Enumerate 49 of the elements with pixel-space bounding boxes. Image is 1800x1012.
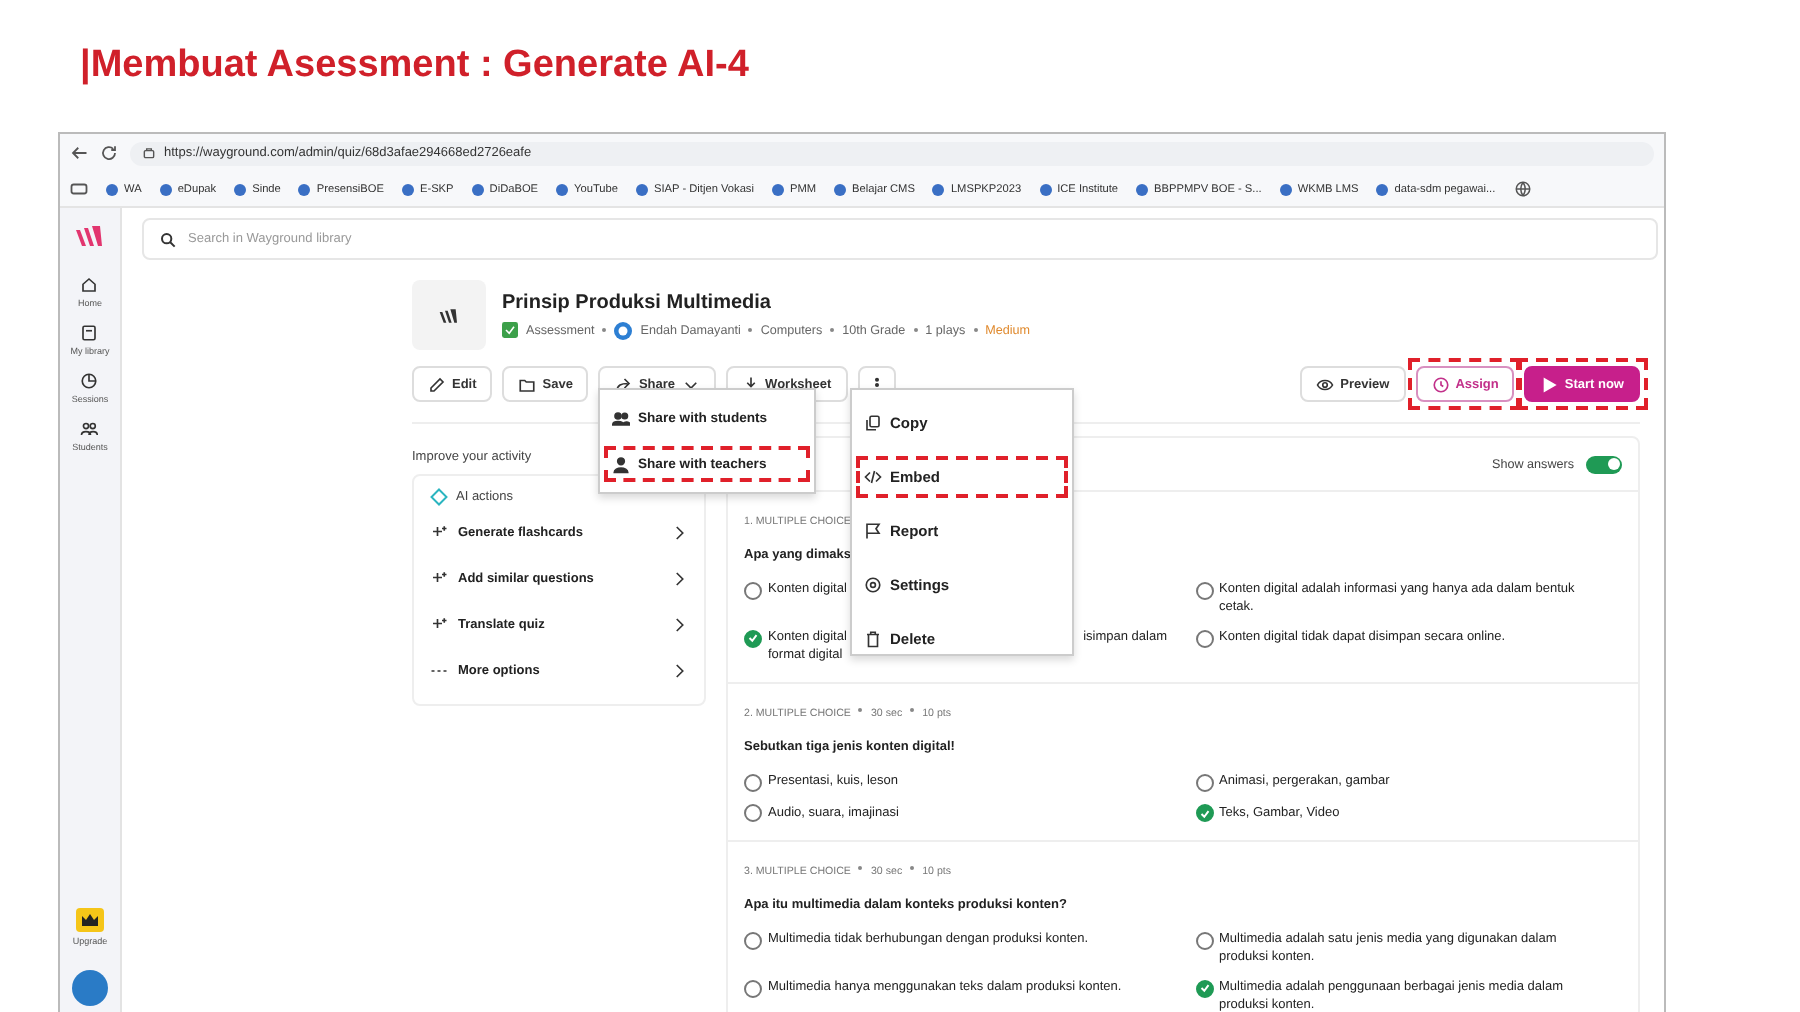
logo-icon [438,307,460,323]
save-icon [518,375,537,393]
people-icon [612,409,630,427]
crown-icon [75,908,104,932]
clipboard-icon [502,322,518,338]
user-avatar-icon [614,321,633,339]
sessions-icon [80,372,99,390]
clock-icon [1431,375,1450,393]
play-icon [1540,375,1559,393]
quiz-title: Prinsip Produksi Multimedia [502,291,773,313]
library-icon [80,324,99,342]
slide-title: |Membuat Asessment : Generate AI-4 [80,44,749,88]
back-icon[interactable] [70,144,88,162]
chevron-icon [670,616,688,634]
code-icon [864,468,882,486]
separator-dot [830,328,835,332]
separator-dot [910,866,915,870]
separator-dot [910,708,915,712]
separator-dot [602,328,607,332]
site-info-icon [142,146,156,160]
students-icon [80,420,99,438]
chevron-icon [670,524,688,542]
sparkle-icon [430,570,448,588]
trash-icon [864,630,882,648]
search-icon [160,231,176,247]
separator-dot [748,328,753,332]
avatar-icon[interactable] [72,970,108,1006]
person-icon [612,455,630,473]
sparkle-icon [430,524,448,542]
globe-icon[interactable] [1513,180,1532,198]
logo-icon[interactable] [74,224,106,248]
flag-icon [864,522,882,540]
separator-dot [858,866,863,870]
separator-dot [858,708,863,712]
copy-icon [864,414,882,432]
reload-icon[interactable] [100,144,118,162]
edit-icon [428,375,446,393]
home-icon [80,276,99,294]
separator-dot [973,328,978,332]
eye-icon [1316,375,1335,393]
share-icon [614,375,633,393]
chevron-icon [670,662,688,680]
sparkle-icon [430,616,448,634]
tab-search-icon[interactable] [70,180,88,198]
show-answers-toggle[interactable] [1586,455,1622,473]
diamond-icon [430,487,448,505]
separator-dot [913,328,918,332]
chevron-icon [670,570,688,588]
settings-icon [864,576,882,594]
